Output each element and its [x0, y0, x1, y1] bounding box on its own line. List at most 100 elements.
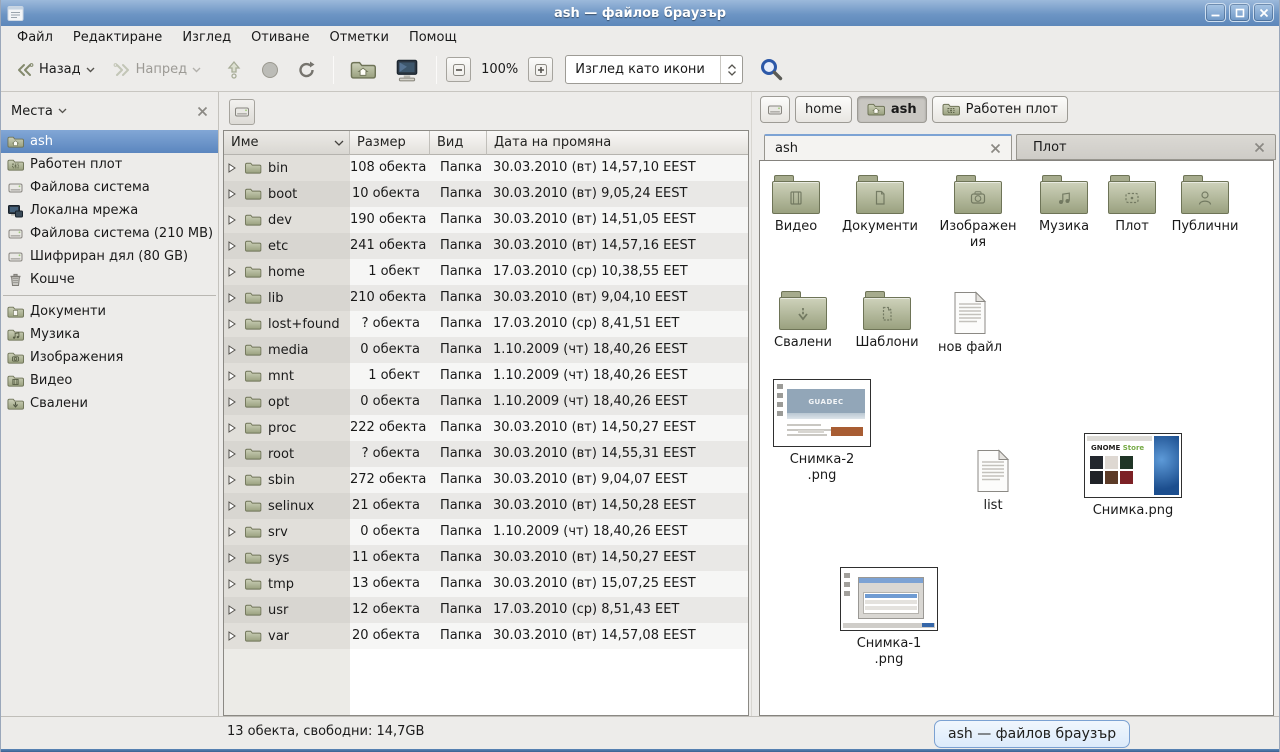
icon-item-public[interactable]: Публични: [1163, 175, 1247, 235]
path-desktop-button[interactable]: Работен плот: [932, 96, 1068, 123]
expander-icon[interactable]: [228, 605, 238, 615]
expander-icon[interactable]: [228, 163, 238, 173]
zoom-out-button[interactable]: [446, 57, 471, 82]
menu-view[interactable]: Изглед: [172, 28, 241, 47]
table-row[interactable]: dev190 обектаПапка30.03.2010 (вт) 14,51,…: [224, 207, 748, 233]
expander-icon[interactable]: [228, 345, 238, 355]
sidebar-item-network[interactable]: Локална мрежа: [1, 199, 218, 222]
table-row[interactable]: proc222 обектаПапка30.03.2010 (вт) 14,50…: [224, 415, 748, 441]
home-button[interactable]: [343, 54, 383, 86]
table-row[interactable]: selinux21 обектаПапка30.03.2010 (вт) 14,…: [224, 493, 748, 519]
sidebar-item-desktop[interactable]: Работен плот: [1, 153, 218, 176]
icon-item-documents[interactable]: Документи: [838, 175, 922, 235]
sidebar-item-videos[interactable]: Видео: [1, 369, 218, 392]
path-root-button[interactable]: [760, 96, 790, 123]
table-row[interactable]: boot10 обектаПапка30.03.2010 (вт) 9,05,2…: [224, 181, 748, 207]
icon-item-list[interactable]: list: [958, 449, 1028, 514]
menu-file[interactable]: Файл: [7, 28, 63, 47]
search-button[interactable]: [757, 55, 787, 85]
back-button[interactable]: Назад: [9, 54, 102, 86]
tab-close-icon[interactable]: [990, 143, 1001, 154]
column-header-name[interactable]: Име: [224, 131, 350, 155]
sidebar-item-pictures[interactable]: Изображения: [1, 346, 218, 369]
stop-button[interactable]: [254, 54, 286, 86]
minimize-button[interactable]: [1205, 3, 1226, 22]
expander-icon[interactable]: [228, 293, 238, 303]
table-row[interactable]: etc241 обектаПапка30.03.2010 (вт) 14,57,…: [224, 233, 748, 259]
maximize-button[interactable]: [1229, 3, 1250, 22]
tab-close-icon[interactable]: [1254, 142, 1265, 153]
tab-plot[interactable]: Плот: [1016, 134, 1276, 160]
table-row[interactable]: opt0 обектаПапка1.10.2009 (чт) 18,40,26 …: [224, 389, 748, 415]
expander-icon[interactable]: [228, 553, 238, 563]
icon-item-desktop[interactable]: Плот: [1090, 175, 1174, 235]
sidebar-item-trash[interactable]: Кошче: [1, 268, 218, 291]
icon-item-snimka2[interactable]: GUADEC Снимка-2.png: [773, 379, 871, 484]
icon-item-templates[interactable]: Шаблони: [845, 291, 929, 351]
expander-icon[interactable]: [228, 189, 238, 199]
tab-ash[interactable]: ash: [764, 134, 1012, 160]
expander-icon[interactable]: [228, 319, 238, 329]
expander-icon[interactable]: [228, 371, 238, 381]
table-row[interactable]: lib210 обектаПапка30.03.2010 (вт) 9,04,1…: [224, 285, 748, 311]
zoom-in-button[interactable]: [528, 57, 553, 82]
table-row[interactable]: srv0 обектаПапка1.10.2009 (чт) 18,40,26 …: [224, 519, 748, 545]
sidebar-item-downloads[interactable]: Свалени: [1, 392, 218, 415]
icon-item-snimka[interactable]: GNOME Store Снимка.png: [1084, 433, 1182, 519]
computer-button[interactable]: [387, 54, 427, 86]
column-header-size[interactable]: Размер: [350, 131, 430, 155]
menu-go[interactable]: Отиване: [241, 28, 319, 47]
icon-item-video[interactable]: Видео: [754, 175, 838, 235]
table-row[interactable]: mnt1 обектПапка1.10.2009 (чт) 18,40,26 E…: [224, 363, 748, 389]
sidebar-item-encrypted[interactable]: Шифриран дял (80 GB): [1, 245, 218, 268]
expander-icon[interactable]: [228, 527, 238, 537]
up-button[interactable]: [218, 54, 250, 86]
path-home-button[interactable]: home: [795, 96, 852, 123]
icon-item-pictures[interactable]: Изображения: [936, 175, 1020, 251]
column-header-type[interactable]: Вид: [430, 131, 487, 155]
sidebar-item-home[interactable]: ash: [1, 130, 218, 153]
table-row[interactable]: home1 обектПапка17.03.2010 (ср) 10,38,55…: [224, 259, 748, 285]
path-ash-button[interactable]: ash: [857, 96, 927, 123]
expander-icon[interactable]: [228, 397, 238, 407]
home-folder-icon: [7, 134, 24, 150]
expander-icon[interactable]: [228, 241, 238, 251]
icon-item-new-file[interactable]: нов файл: [935, 291, 1005, 356]
sidebar-item-music[interactable]: Музика: [1, 323, 218, 346]
menu-edit[interactable]: Редактиране: [63, 28, 172, 47]
table-row[interactable]: var20 обектаПапка30.03.2010 (вт) 14,57,0…: [224, 623, 748, 649]
expander-icon[interactable]: [228, 631, 238, 641]
table-row[interactable]: bin108 обектаПапка30.03.2010 (вт) 14,57,…: [224, 155, 748, 181]
forward-button[interactable]: Напред: [106, 54, 208, 86]
column-header-date[interactable]: Дата на промяна: [487, 131, 748, 155]
expander-icon[interactable]: [228, 475, 238, 485]
table-row[interactable]: sys11 обектаПапка30.03.2010 (вт) 14,50,2…: [224, 545, 748, 571]
reload-button[interactable]: [290, 54, 324, 86]
expander-icon[interactable]: [228, 267, 238, 277]
expander-icon[interactable]: [228, 579, 238, 589]
menu-bookmarks[interactable]: Отметки: [319, 28, 398, 47]
table-row[interactable]: sbin272 обектаПапка30.03.2010 (вт) 9,04,…: [224, 467, 748, 493]
expander-icon[interactable]: [228, 449, 238, 459]
menu-help[interactable]: Помощ: [399, 28, 467, 47]
table-row[interactable]: tmp13 обектаПапка30.03.2010 (вт) 15,07,2…: [224, 571, 748, 597]
close-button[interactable]: [1253, 3, 1274, 22]
table-row[interactable]: lost+found? обектаПапка17.03.2010 (ср) 8…: [224, 311, 748, 337]
table-row[interactable]: root? обектаПапка30.03.2010 (вт) 14,55,3…: [224, 441, 748, 467]
view-mode-select[interactable]: Изглед като икони: [565, 55, 743, 84]
sidebar-item-filesystem-210mb[interactable]: Файлова система (210 MB): [1, 222, 218, 245]
expander-icon[interactable]: [228, 423, 238, 433]
sidebar-close-icon[interactable]: [197, 106, 208, 117]
root-location-button[interactable]: [229, 99, 255, 125]
sidebar-item-documents[interactable]: Документи: [1, 300, 218, 323]
sidebar-dropdown-icon[interactable]: [58, 108, 67, 114]
table-row[interactable]: usr12 обектаПапка17.03.2010 (ср) 8,51,43…: [224, 597, 748, 623]
folder-icon: [244, 447, 262, 461]
icon-item-downloads[interactable]: Свалени: [761, 291, 845, 351]
icon-item-snimka1[interactable]: Снимка-1.png: [840, 567, 938, 668]
expander-icon[interactable]: [228, 215, 238, 225]
expander-icon[interactable]: [228, 501, 238, 511]
table-row[interactable]: media0 обектаПапка1.10.2009 (чт) 18,40,2…: [224, 337, 748, 363]
sidebar-item-filesystem[interactable]: Файлова система: [1, 176, 218, 199]
sidebar-title[interactable]: Места: [11, 104, 53, 119]
